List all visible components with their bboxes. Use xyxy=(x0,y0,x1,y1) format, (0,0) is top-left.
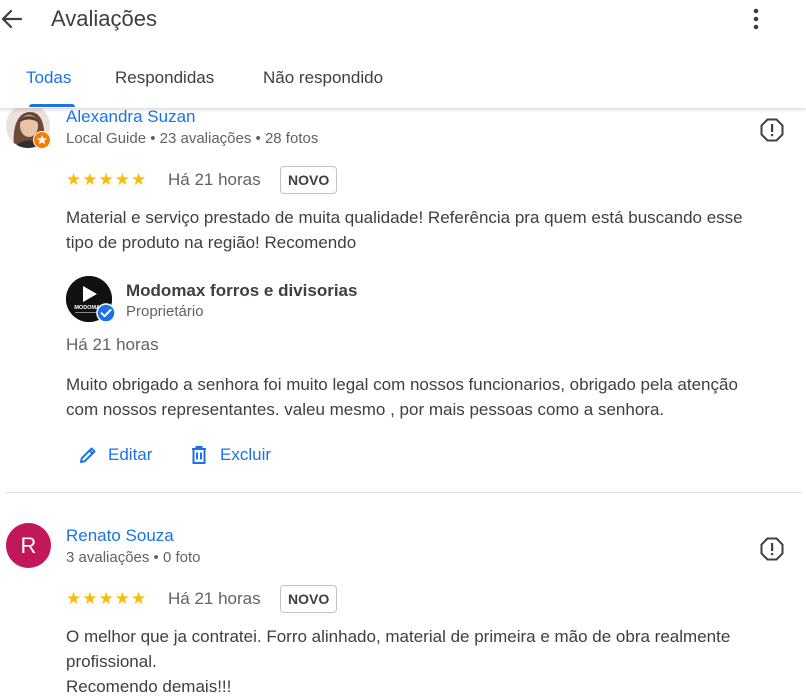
review-time: Há 21 horas xyxy=(168,589,261,608)
edit-reply-button[interactable]: Editar xyxy=(78,444,152,466)
report-review-button[interactable] xyxy=(759,536,785,562)
avatar[interactable]: R xyxy=(6,523,51,568)
reviewer-meta: 3 avaliações • 0 foto xyxy=(66,549,201,566)
reviewer-name[interactable]: Alexandra Suzan xyxy=(66,106,195,128)
more-options-button[interactable] xyxy=(744,6,768,32)
report-icon xyxy=(760,118,784,142)
pencil-icon xyxy=(80,447,96,463)
edit-label: Editar xyxy=(108,445,153,464)
reply-text: Muito obrigado a senhora foi muito legal… xyxy=(66,375,738,394)
owner-name: Modomax forros e divisorias xyxy=(126,281,358,300)
review-text: tipo de produto na região! Recomendo xyxy=(66,233,357,252)
review-text: O melhor que ja contratei. Forro alinhad… xyxy=(66,627,731,646)
new-badge: NOVO xyxy=(280,166,338,194)
review-time: Há 21 horas xyxy=(168,170,261,189)
review-text: profissional. xyxy=(66,652,157,671)
owner-role: Proprietário xyxy=(126,303,204,320)
reply-text: com nossos representantes. valeu mesmo ,… xyxy=(66,400,665,419)
delete-label: Excluir xyxy=(220,445,272,464)
reviewer-name[interactable]: Renato Souza xyxy=(66,525,174,547)
local-guide-badge xyxy=(33,131,51,149)
local-guide-star-icon xyxy=(34,132,50,148)
active-tab-indicator xyxy=(29,104,75,107)
review-text: Recomendo demais!!! xyxy=(66,677,232,696)
delete-reply-button[interactable]: Excluir xyxy=(190,444,271,466)
report-icon xyxy=(760,537,784,561)
reply-time: Há 21 horas xyxy=(66,335,159,354)
tab-replied[interactable]: Respondidas xyxy=(115,67,214,89)
star-rating: ★★★★★ xyxy=(66,589,148,608)
arrow-back-icon xyxy=(1,9,23,29)
tab-unreplied[interactable]: Não respondido xyxy=(263,67,383,89)
reviewer-meta: Local Guide • 23 avaliações • 28 fotos xyxy=(66,130,319,147)
star-rating: ★★★★★ xyxy=(66,170,148,189)
report-review-button[interactable] xyxy=(759,117,785,143)
review-text: Material e serviço prestado de muita qua… xyxy=(66,208,743,227)
tab-all[interactable]: Todas xyxy=(26,67,71,89)
app-header: Avaliações Todas Respondidas Não respond… xyxy=(0,0,806,108)
new-badge: NOVO xyxy=(280,585,338,613)
page-title: Avaliações xyxy=(51,6,157,31)
back-button[interactable] xyxy=(0,6,26,32)
more-vert-icon xyxy=(753,8,759,30)
verified-icon xyxy=(96,303,116,323)
trash-icon xyxy=(192,446,206,464)
review-divider xyxy=(6,492,802,493)
